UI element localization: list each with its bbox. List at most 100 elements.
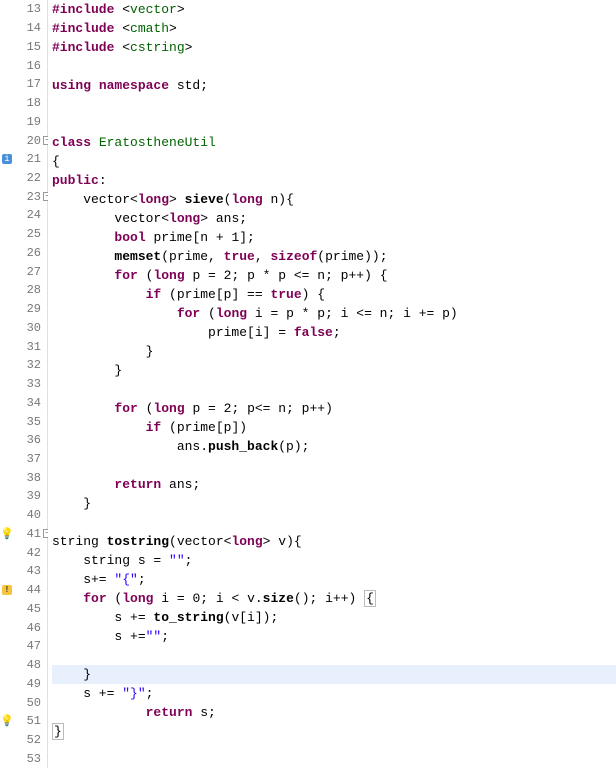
- code-line[interactable]: s +="";: [52, 627, 616, 646]
- code-line[interactable]: [52, 456, 616, 475]
- gutter-row[interactable]: 14: [0, 19, 47, 38]
- info-marker-icon[interactable]: i: [2, 154, 12, 164]
- code-line[interactable]: [52, 646, 616, 665]
- gutter-row[interactable]: 17: [0, 75, 47, 94]
- code-line[interactable]: s += to_string(v[i]);: [52, 608, 616, 627]
- code-line[interactable]: prime[i] = false;: [52, 323, 616, 342]
- code-line[interactable]: [52, 95, 616, 114]
- token-pln: vector<: [52, 211, 169, 226]
- gutter-row[interactable]: 38: [0, 468, 47, 487]
- token-kw: namespace: [99, 78, 177, 93]
- token-pln: s +=: [52, 610, 153, 625]
- code-line[interactable]: [52, 741, 616, 760]
- gutter-row[interactable]: 16: [0, 56, 47, 75]
- gutter-row[interactable]: 27: [0, 262, 47, 281]
- gutter-row[interactable]: 20−: [0, 131, 47, 150]
- code-line[interactable]: for (long i = p * p; i <= n; i += p): [52, 304, 616, 323]
- warn-marker-icon[interactable]: !: [2, 585, 12, 595]
- gutter-row[interactable]: 33: [0, 375, 47, 394]
- code-line[interactable]: public:: [52, 171, 616, 190]
- lightbulb-marker-icon[interactable]: 💡: [2, 529, 12, 539]
- code-line[interactable]: }: [52, 494, 616, 513]
- code-line[interactable]: [52, 380, 616, 399]
- line-number: 51: [27, 714, 41, 728]
- gutter-row[interactable]: 25: [0, 225, 47, 244]
- code-line[interactable]: [52, 114, 616, 133]
- code-line[interactable]: if (prime[p] == true) {: [52, 285, 616, 304]
- line-number: 16: [27, 59, 41, 73]
- code-line[interactable]: vector<long> sieve(long n){: [52, 190, 616, 209]
- gutter-row[interactable]: 29: [0, 300, 47, 319]
- code-line[interactable]: bool prime[n + 1];: [52, 228, 616, 247]
- gutter-row[interactable]: 46: [0, 618, 47, 637]
- gutter-row[interactable]: 19: [0, 112, 47, 131]
- code-line[interactable]: for (long p = 2; p<= n; p++): [52, 399, 616, 418]
- gutter-row[interactable]: 13: [0, 0, 47, 19]
- gutter-row[interactable]: !44: [0, 581, 47, 600]
- line-number: 49: [27, 677, 41, 691]
- gutter-row[interactable]: 24: [0, 206, 47, 225]
- gutter-row[interactable]: 37: [0, 450, 47, 469]
- gutter-row[interactable]: 31: [0, 337, 47, 356]
- gutter-row[interactable]: 15: [0, 37, 47, 56]
- gutter-row[interactable]: 23−: [0, 187, 47, 206]
- line-number: 34: [27, 396, 41, 410]
- gutter-row[interactable]: 26: [0, 244, 47, 263]
- code-line[interactable]: vector<long> ans;: [52, 209, 616, 228]
- code-line[interactable]: {: [52, 152, 616, 171]
- code-line[interactable]: #include <vector>: [52, 0, 616, 19]
- code-line[interactable]: }: [52, 361, 616, 380]
- gutter-row[interactable]: 42: [0, 543, 47, 562]
- gutter-row[interactable]: 48: [0, 656, 47, 675]
- code-line[interactable]: class EratostheneUtil: [52, 133, 616, 152]
- line-number: 29: [27, 302, 41, 316]
- gutter-row[interactable]: 47: [0, 637, 47, 656]
- gutter-row[interactable]: i21: [0, 150, 47, 169]
- code-line[interactable]: [52, 57, 616, 76]
- code-line[interactable]: for (long i = 0; i < v.size(); i++) {: [52, 589, 616, 608]
- token-fn: size: [263, 591, 294, 606]
- code-line[interactable]: string tostring(vector<long> v){: [52, 532, 616, 551]
- gutter-row[interactable]: 18: [0, 94, 47, 113]
- code-line[interactable]: s += "}";: [52, 684, 616, 703]
- token-pln: (: [200, 306, 216, 321]
- code-line[interactable]: #include <cmath>: [52, 19, 616, 38]
- code-line[interactable]: }: [52, 342, 616, 361]
- code-line[interactable]: }: [52, 722, 616, 741]
- gutter-row[interactable]: 💡 51: [0, 712, 47, 731]
- gutter-row[interactable]: 36: [0, 431, 47, 450]
- gutter-row[interactable]: 34: [0, 393, 47, 412]
- gutter-row[interactable]: 28: [0, 281, 47, 300]
- code-line[interactable]: ans.push_back(p);: [52, 437, 616, 456]
- gutter-row[interactable]: 32: [0, 356, 47, 375]
- code-line[interactable]: using namespace std;: [52, 76, 616, 95]
- gutter-row[interactable]: 40: [0, 506, 47, 525]
- gutter-row[interactable]: 💡41−: [0, 525, 47, 544]
- code-editor[interactable]: #include <vector>#include <cmath>#includ…: [48, 0, 616, 768]
- gutter-row[interactable]: 49: [0, 674, 47, 693]
- code-line[interactable]: if (prime[p]): [52, 418, 616, 437]
- code-line[interactable]: return ans;: [52, 475, 616, 494]
- code-line[interactable]: return s;: [52, 703, 616, 722]
- code-line[interactable]: memset(prime, true, sizeof(prime));: [52, 247, 616, 266]
- gutter-row[interactable]: 30: [0, 318, 47, 337]
- gutter-row[interactable]: 43: [0, 562, 47, 581]
- lightbulb-marker-icon[interactable]: 💡: [2, 716, 12, 726]
- token-pln: }: [52, 496, 91, 511]
- gutter-row[interactable]: 45: [0, 600, 47, 619]
- code-line[interactable]: [52, 513, 616, 532]
- token-pln: (prime));: [317, 249, 387, 264]
- gutter-row[interactable]: 52: [0, 731, 47, 750]
- gutter-row[interactable]: 53: [0, 749, 47, 768]
- code-line[interactable]: for (long p = 2; p * p <= n; p++) {: [52, 266, 616, 285]
- line-number: 37: [27, 452, 41, 466]
- code-line[interactable]: [52, 760, 616, 779]
- code-line[interactable]: string s = "";: [52, 551, 616, 570]
- gutter-row[interactable]: 22: [0, 169, 47, 188]
- gutter-row[interactable]: 50: [0, 693, 47, 712]
- gutter-row[interactable]: 35: [0, 412, 47, 431]
- gutter-row[interactable]: 39: [0, 487, 47, 506]
- code-line[interactable]: s+= "{";: [52, 570, 616, 589]
- code-line[interactable]: #include <cstring>: [52, 38, 616, 57]
- code-line[interactable]: }: [52, 665, 616, 684]
